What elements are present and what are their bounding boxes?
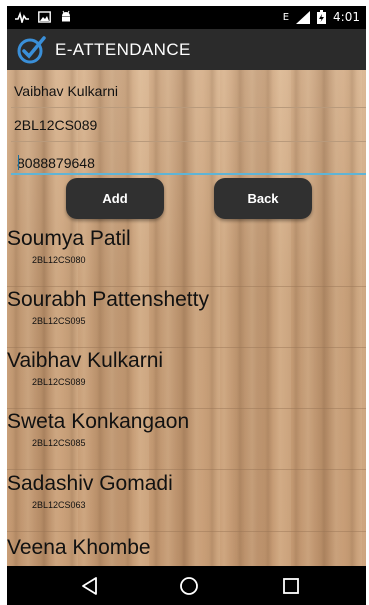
student-name: Soumya Patil — [7, 227, 131, 250]
signal-icon — [296, 10, 311, 24]
student-name: Sourabh Pattenshetty — [7, 288, 209, 311]
status-time: 4:01 — [333, 10, 360, 24]
student-name: Sweta Konkangaon — [7, 410, 190, 433]
phone-field[interactable]: 8088879648 — [11, 143, 366, 175]
add-button[interactable]: Add — [66, 178, 164, 219]
back-button[interactable]: Back — [214, 178, 312, 219]
app-title: E-ATTENDANCE — [55, 40, 191, 59]
student-usn: 2BL12CS063 — [32, 500, 86, 510]
list-item[interactable]: Veena Khombe — [7, 534, 366, 566]
battery-icon — [317, 10, 327, 24]
text-caret — [18, 155, 19, 170]
content-area: Vaibhav Kulkarni 2BL12CS089 8088879648 A… — [7, 70, 366, 566]
student-name: Veena Khombe — [7, 536, 151, 559]
student-usn: 2BL12CS089 — [32, 377, 86, 387]
list-item[interactable]: Sourabh Pattenshetty 2BL12CS095 — [7, 286, 366, 348]
app-bar: E-ATTENDANCE — [7, 29, 366, 70]
network-type: E — [282, 11, 290, 23]
list-item[interactable]: Sweta Konkangaon 2BL12CS085 — [7, 408, 366, 470]
student-name: Sadashiv Gomadi — [7, 472, 173, 495]
list-item[interactable]: Soumya Patil 2BL12CS080 — [7, 225, 366, 287]
android-icon — [62, 10, 70, 22]
home-circle-icon[interactable] — [178, 575, 200, 597]
student-usn: 2BL12CS095 — [32, 316, 86, 326]
navigation-bar — [7, 566, 366, 605]
image-icon — [38, 10, 51, 23]
usn-field-value: 2BL12CS089 — [14, 117, 98, 133]
list-item[interactable]: Sadashiv Gomadi 2BL12CS063 — [7, 470, 366, 532]
phone-field-value: 8088879648 — [17, 155, 95, 171]
student-name: Vaibhav Kulkarni — [7, 349, 164, 372]
student-usn: 2BL12CS085 — [32, 438, 86, 448]
list-item[interactable]: Vaibhav Kulkarni 2BL12CS089 — [7, 347, 366, 409]
name-field-value: Vaibhav Kulkarni — [14, 83, 119, 99]
student-usn: 2BL12CS080 — [32, 255, 86, 265]
recents-square-icon[interactable] — [280, 575, 302, 597]
activity-icon — [15, 10, 29, 23]
status-bar: E 4:01 — [7, 6, 366, 29]
back-triangle-icon[interactable] — [79, 575, 101, 597]
usn-field[interactable]: 2BL12CS089 — [11, 111, 366, 142]
checkmark-circle-icon — [17, 36, 46, 64]
name-field[interactable]: Vaibhav Kulkarni — [11, 77, 366, 108]
